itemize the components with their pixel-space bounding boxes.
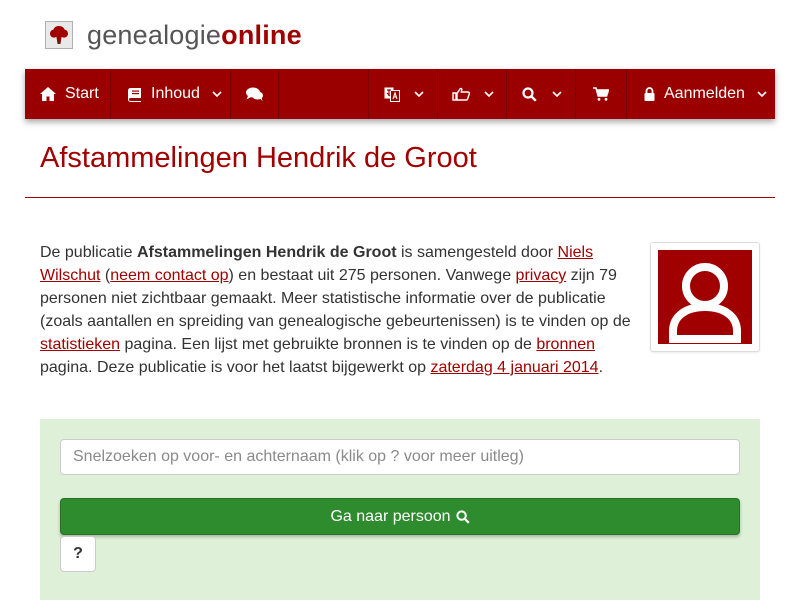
sources-link[interactable]: bronnen <box>536 336 595 353</box>
site-logo[interactable]: genealogieonline <box>45 18 302 52</box>
last-updated-link[interactable]: zaterdag 4 januari 2014 <box>430 359 598 376</box>
comments-icon <box>246 87 263 101</box>
shopping-cart-icon <box>593 87 609 101</box>
nav-login-label: Aanmelden <box>664 85 745 102</box>
statistics-link[interactable]: statistieken <box>40 336 120 353</box>
intro-text: pagina. Deze publicatie is voor het laat… <box>40 359 431 376</box>
search-icon <box>522 86 537 102</box>
nav-search[interactable] <box>507 69 576 119</box>
nav-start-label: Start <box>65 85 99 102</box>
site-name-plain: genealogie <box>87 20 222 50</box>
nav-spacer <box>279 69 369 119</box>
language-icon <box>384 87 400 102</box>
nav-inhoud-label: Inhoud <box>151 85 200 102</box>
go-to-person-button[interactable]: Ga naar persoon <box>60 498 740 535</box>
hand-pointer-icon <box>452 87 470 101</box>
nav-share[interactable] <box>438 69 507 119</box>
nav-inhoud[interactable]: Inhoud <box>111 69 231 119</box>
nav-login[interactable]: Aanmelden <box>627 69 775 119</box>
chevron-down-icon <box>552 90 562 98</box>
nav-chat[interactable] <box>231 69 279 119</box>
go-to-person-label: Ga naar persoon <box>330 507 451 525</box>
intro-text: De publicatie <box>40 244 137 261</box>
site-name-accent: online <box>221 20 302 50</box>
publication-intro: De publicatie Afstammelingen Hendrik de … <box>40 241 638 379</box>
chevron-down-icon <box>414 90 424 98</box>
intro-text: pagina. Een lijst met gebruikte bronnen … <box>120 336 537 353</box>
nav-cart[interactable] <box>576 69 627 119</box>
book-icon <box>127 87 142 102</box>
user-avatar-icon <box>658 250 752 344</box>
title-divider <box>25 197 775 198</box>
nav-start[interactable]: Start <box>25 69 111 119</box>
quick-search-panel: Ga naar persoon ? <box>40 419 760 600</box>
quick-search-input[interactable] <box>60 439 740 475</box>
site-name: genealogieonline <box>87 18 302 52</box>
chevron-down-icon <box>484 90 494 98</box>
home-icon <box>40 87 56 101</box>
author-avatar-frame[interactable] <box>650 242 760 352</box>
intro-text: is samengesteld door <box>396 244 558 261</box>
contact-link[interactable]: neem contact op <box>110 267 228 284</box>
intro-text: ) en bestaat uit 275 personen. Vanwege <box>228 267 516 284</box>
search-icon <box>455 509 470 524</box>
page-title: Afstammelingen Hendrik de Groot <box>40 142 477 174</box>
intro-text: . <box>598 359 604 376</box>
lock-icon <box>644 87 655 101</box>
nav-language[interactable] <box>369 69 438 119</box>
main-navbar: Start Inhoud Aanmelden <box>25 69 775 119</box>
intro-text: ( <box>100 267 111 284</box>
chevron-down-icon <box>212 90 222 98</box>
search-help-button[interactable]: ? <box>60 536 96 572</box>
tree-icon <box>45 21 73 49</box>
chevron-down-icon <box>757 90 767 98</box>
privacy-link[interactable]: privacy <box>516 267 567 284</box>
publication-name: Afstammelingen Hendrik de Groot <box>136 244 397 261</box>
